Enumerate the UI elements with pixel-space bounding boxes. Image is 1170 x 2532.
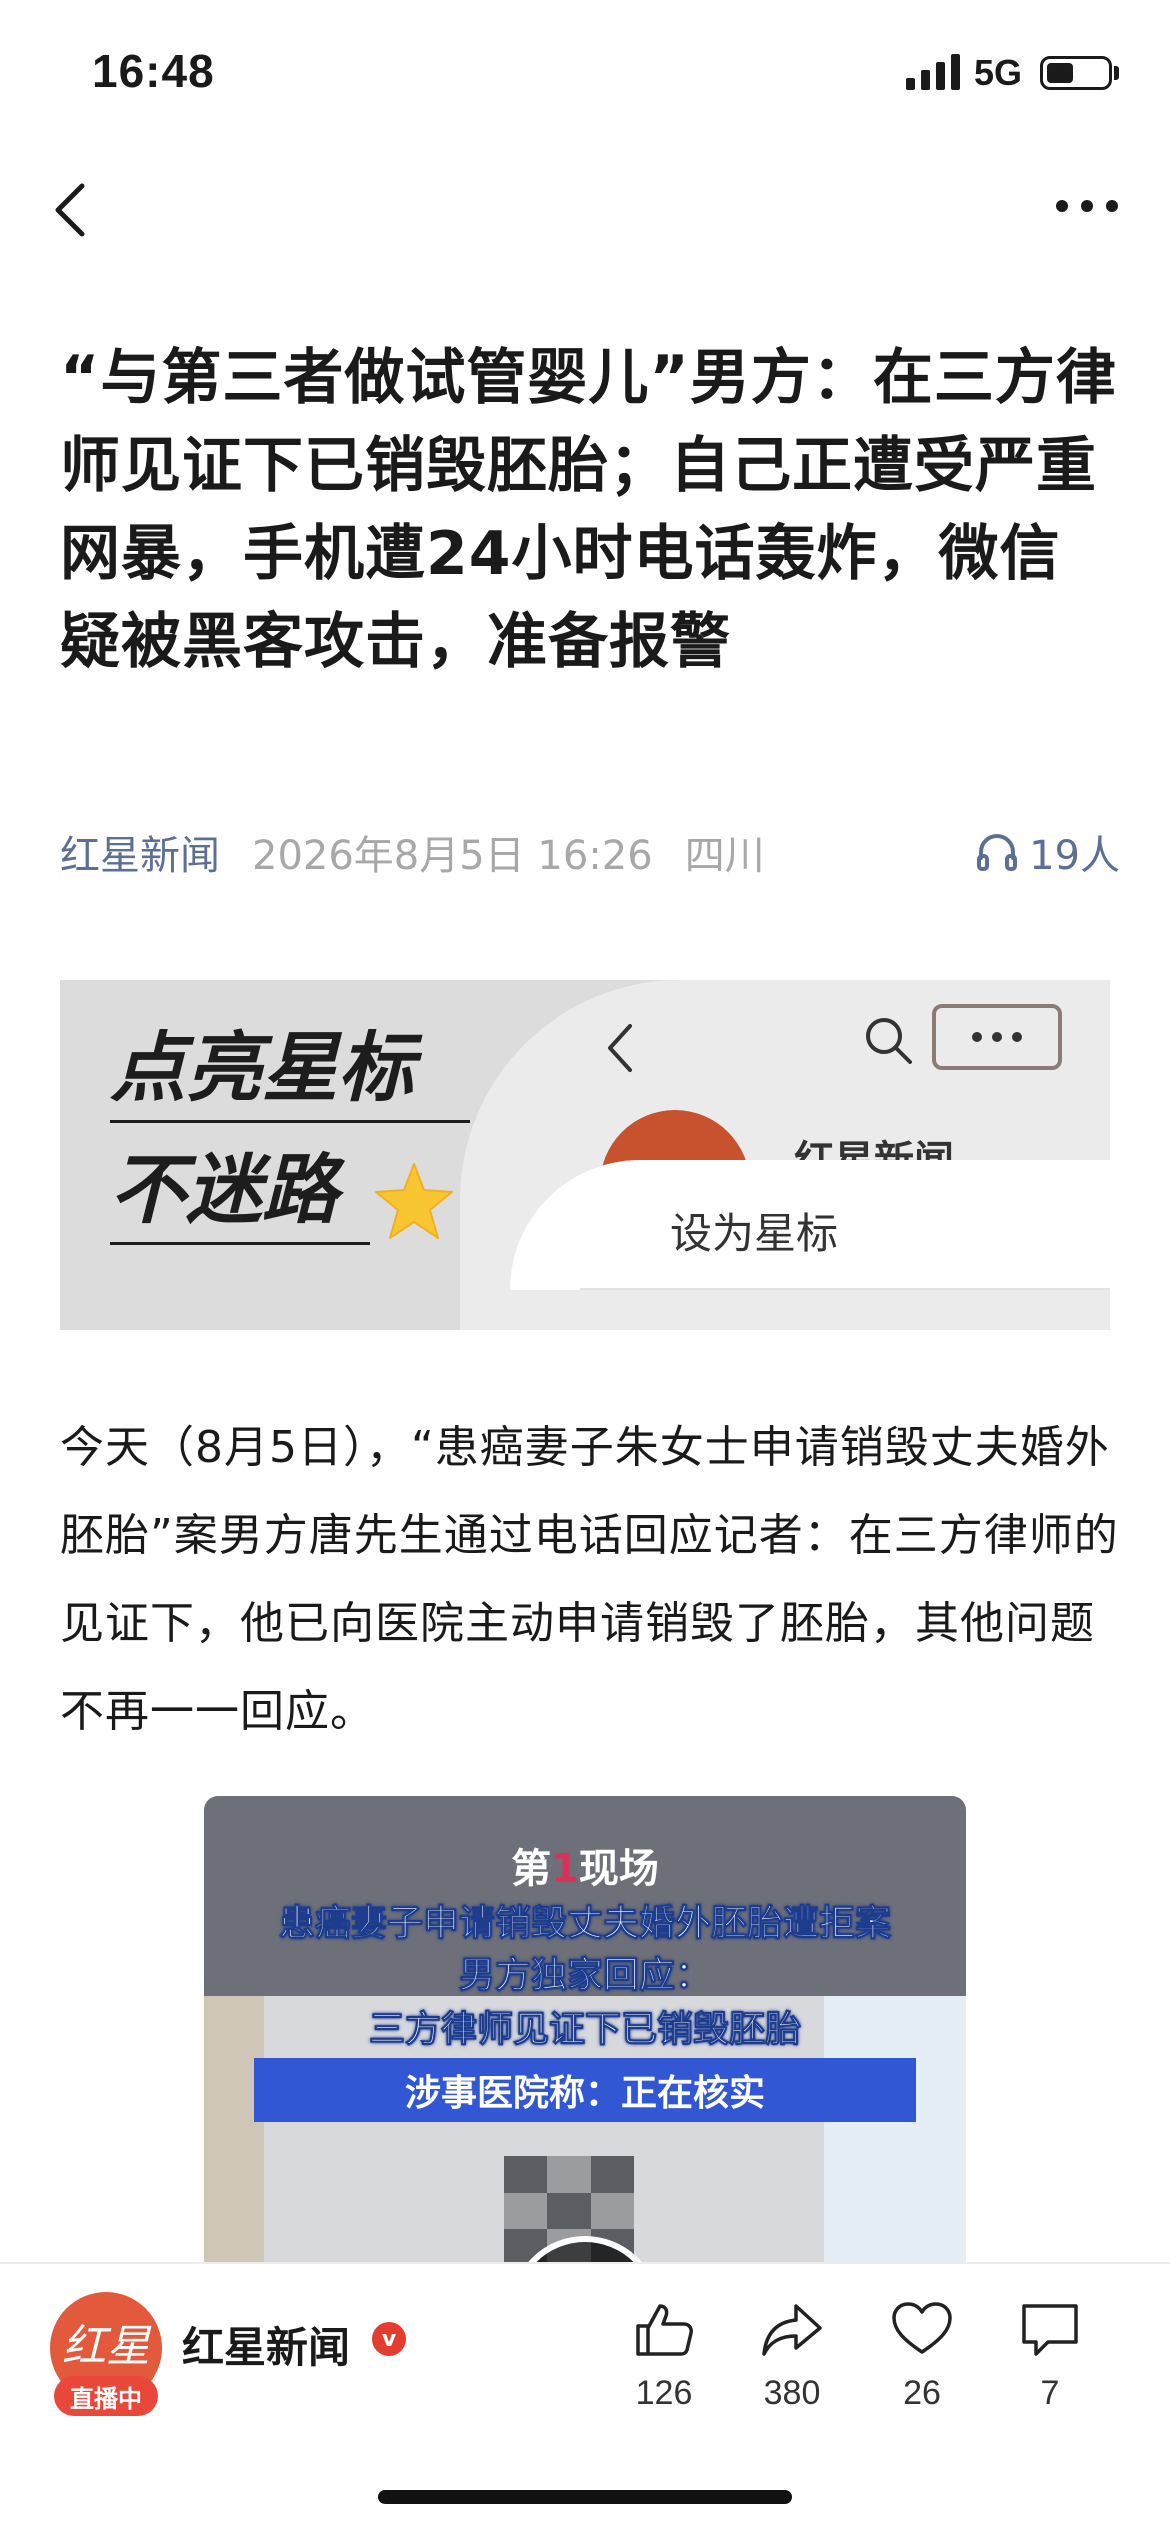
share-icon [762,2304,822,2356]
banner-search-icon [866,1018,912,1064]
headphones-icon [977,834,1018,871]
home-indicator[interactable] [378,2490,792,2504]
favorite-button[interactable]: 26 [872,2300,972,2413]
comment-count: 7 [1040,2374,1060,2412]
source-link[interactable]: 红星新闻 [60,823,220,881]
chevron-left-icon[interactable] [44,174,104,244]
comment-button[interactable]: 7 [1000,2300,1100,2413]
video-title-line3: 三方律师见证下已销毁胚胎 [368,2009,801,2051]
publish-date: 2026年8月5日 16:26 [252,833,653,879]
banner-underline [110,1120,470,1123]
battery-icon [1040,56,1112,90]
star-icon [375,1163,453,1239]
banner-more-icon [932,1004,1062,1070]
bottom-source-name[interactable]: 红星新闻 [182,2314,350,2375]
status-bar: 16:48 5G [0,0,1170,150]
banner-slogan-line1: 点亮星标 [110,1023,414,1112]
share-button[interactable]: 380 [742,2300,842,2413]
battery-level [1047,63,1074,83]
favorite-count: 26 [903,2374,941,2412]
article-title: “与第三者做试管婴儿”男方：在三方律师见证下已销毁胚胎；自己正遭受严重网暴，手机… [60,343,1117,677]
article-paragraph: 今天（8月5日），“患癌妻子朱女士申请销毁丈夫婚外胚胎”案男方唐先生通过电话回应… [60,1422,1119,1737]
thumbs-up-icon [636,2304,693,2356]
star-promo-banner[interactable]: 点亮星标 不迷路 红星新闻 设为星标 [60,980,1110,1330]
like-count: 126 [635,2374,693,2412]
heart-icon [892,2302,952,2354]
region-label: 四川 [684,833,765,879]
live-badge[interactable]: 直播中 [54,2376,158,2416]
video-brand: 第1现场 [511,1846,659,1892]
set-star-label: 设为星标 [670,1209,839,1258]
listener-count: 19人 [1029,833,1120,879]
banner-divider [580,1288,1110,1290]
share-count: 380 [763,2374,821,2412]
article-meta: 红星新闻 2026年8月5日 16:26 四川 19人 [60,822,1120,882]
ellipsis-icon[interactable] [1052,186,1122,226]
video-caption-bar: 涉事医院称：正在核实 [254,2058,916,2122]
video-thumbnail[interactable]: 第1现场 患癌妻子申请销毁丈夫婚外胚胎遭拒案 男方独家回应： 三方律师见证下已销… [204,1796,966,2266]
listen-button[interactable]: 19人 [975,823,1120,881]
comment-icon [1022,2304,1078,2356]
network-label: 5G [974,52,1023,93]
video-title-line1: 患癌妻子申请销毁丈夫婚外胚胎遭拒案 [278,1903,891,1945]
banner-back-icon [608,1024,632,1072]
banner-underline [110,1242,370,1245]
battery-tip [1114,66,1119,80]
signal-icon [906,54,960,90]
like-button[interactable]: 126 [614,2300,714,2413]
avatar-logo: 红星 [62,2321,150,2372]
status-time: 16:48 [92,45,215,97]
video-title-line2: 男方独家回应： [458,1955,711,1997]
verified-icon: v [372,2322,406,2356]
banner-slogan-line2: 不迷路 [110,1145,338,1234]
